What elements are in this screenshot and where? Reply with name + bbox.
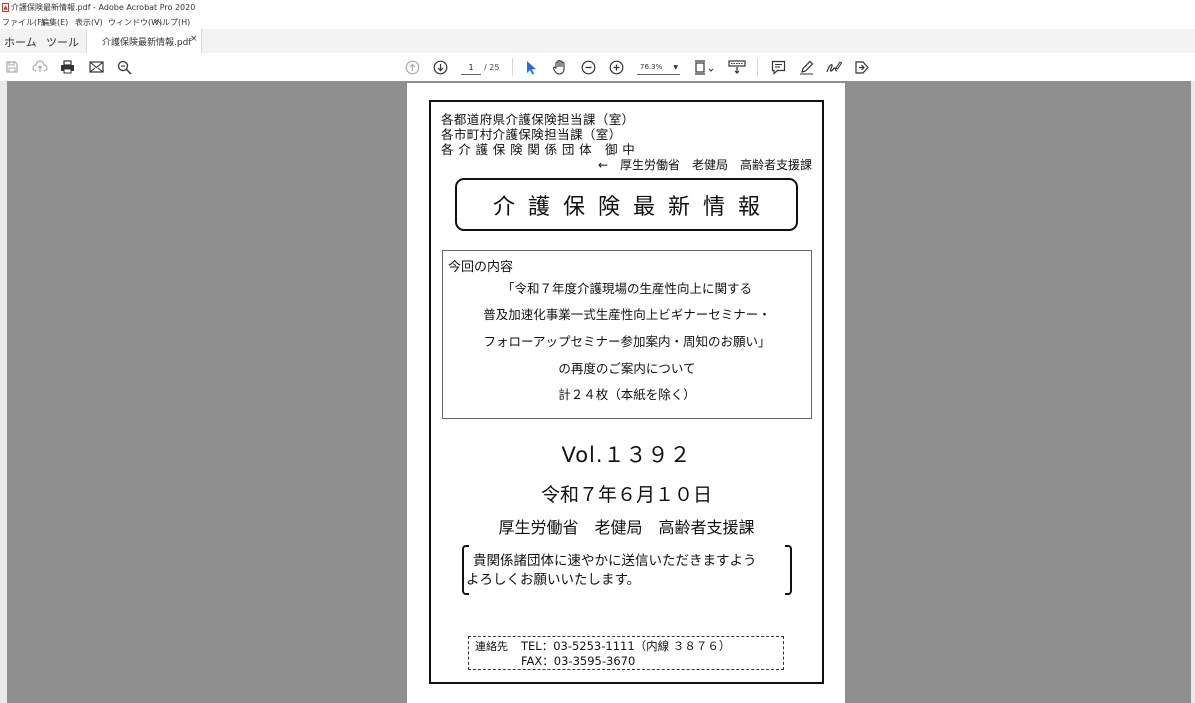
sign-icon[interactable] [825, 58, 842, 76]
title-bar: ▲ 介護保険最新情報.pdf - Adobe Acrobat Pro 2020 [0, 0, 1195, 15]
toolbar-divider [512, 58, 513, 76]
zoom-in-icon[interactable] [608, 58, 624, 76]
contents-heading: 今回の内容 [448, 260, 514, 275]
share-icon[interactable] [853, 58, 870, 76]
tab-bar: ホーム ツール 介護保険最新情報.pdf × [0, 29, 1195, 54]
scroll-mode-icon[interactable] [727, 58, 747, 76]
menu-edit[interactable]: 編集(E) [41, 17, 68, 28]
tab-tools[interactable]: ツール [46, 34, 79, 50]
toolbar-divider [757, 58, 758, 76]
request-line: 貴関係諸団体に速やかに送信いただきますよう [473, 553, 757, 569]
menu-view[interactable]: 表示(V) [75, 17, 103, 28]
page-number-input[interactable] [461, 61, 481, 75]
page-border: 各都道府県介護保険担当課（室） 各市町村介護保険担当課（室） 各 介 護 保 険… [429, 100, 824, 684]
contact-label: 連絡先 [475, 640, 508, 653]
contents-line: の再度のご案内について [558, 361, 696, 376]
pdf-page: 各都道府県介護保険担当課（室） 各市町村介護保険担当課（室） 各 介 護 保 険… [407, 83, 845, 703]
menu-bar: ファイル(F) 編集(E) 表示(V) ウィンドウ(W) ヘルプ(H) [0, 15, 1195, 30]
select-cursor-icon[interactable] [523, 58, 539, 76]
comment-icon[interactable] [770, 58, 786, 76]
upload-icon[interactable] [31, 58, 49, 76]
contact-fax: FAX：03-3595-3670 [521, 654, 636, 668]
window-title: 介護保険最新情報.pdf - Adobe Acrobat Pro 2020 [11, 3, 196, 12]
mail-icon[interactable] [88, 58, 104, 76]
tab-document-label: 介護保険最新情報.pdf [102, 38, 192, 48]
document-title: 介護保険最新情報 [492, 194, 773, 220]
zoom-search-icon[interactable] [116, 58, 132, 76]
issuing-bureau: 厚生労働省 老健局 高齢者支援課 [498, 518, 755, 537]
zoom-level-dropdown[interactable]: 76.3% ▼ [637, 61, 680, 75]
tab-home[interactable]: ホーム [4, 34, 37, 50]
contents-line: 計２４枚（本紙を除く） [558, 387, 696, 402]
title-banner: 介護保険最新情報 [455, 178, 798, 231]
hand-icon[interactable] [551, 58, 568, 76]
save-icon[interactable] [4, 58, 20, 76]
acrobat-icon: ▲ [2, 3, 9, 12]
zoom-out-icon[interactable] [580, 58, 596, 76]
document-viewer[interactable]: 各都道府県介護保険担当課（室） 各市町村介護保険担当課（室） 各 介 護 保 険… [0, 81, 1195, 703]
request-line: よろしくお願いいたします。 [466, 572, 641, 588]
contact-box: 連絡先 TEL：03-5253-1111（内線 ３８７６） FAX：03-359… [468, 636, 784, 670]
menu-help[interactable]: ヘルプ(H) [154, 17, 190, 28]
issue-date: 令和７年６月１０日 [540, 484, 712, 506]
contents-line: フォローアップセミナー参加案内・周知のお願い」 [483, 334, 771, 349]
page-total: / 25 [484, 63, 500, 72]
contact-tel: TEL：03-5253-1111（内線 ３８７６） [521, 639, 731, 653]
toolbar: / 25 76.3% ▼ [0, 53, 1195, 82]
menu-file[interactable]: ファイル(F) [2, 17, 45, 28]
chevron-down-icon: ▼ [673, 64, 678, 71]
fit-page-icon[interactable] [692, 58, 716, 76]
tab-close-button[interactable]: × [190, 34, 198, 44]
volume-number: Vol.１３９２ [561, 443, 692, 467]
sender-line: ← 厚生労働省 老健局 高齢者支援課 [597, 158, 812, 172]
contents-line: 「令和７年度介護現場の生産性向上に関する [501, 281, 752, 296]
zoom-level-value: 76.3% [640, 63, 663, 71]
bracket-right [785, 545, 792, 595]
contents-box: 今回の内容 「令和７年度介護現場の生産性向上に関する 普及加速化事業一式生産性向… [442, 250, 812, 419]
pen-icon[interactable] [798, 58, 814, 76]
print-icon[interactable] [59, 58, 75, 76]
next-page-icon[interactable] [432, 58, 448, 76]
tab-document[interactable]: 介護保険最新情報.pdf × [86, 29, 202, 53]
left-panel-strip [0, 81, 7, 703]
right-panel-strip [1191, 81, 1195, 703]
prev-page-icon[interactable] [404, 58, 420, 76]
contents-line: 普及加速化事業一式生産性向上ビギナーセミナー・ [483, 307, 771, 322]
